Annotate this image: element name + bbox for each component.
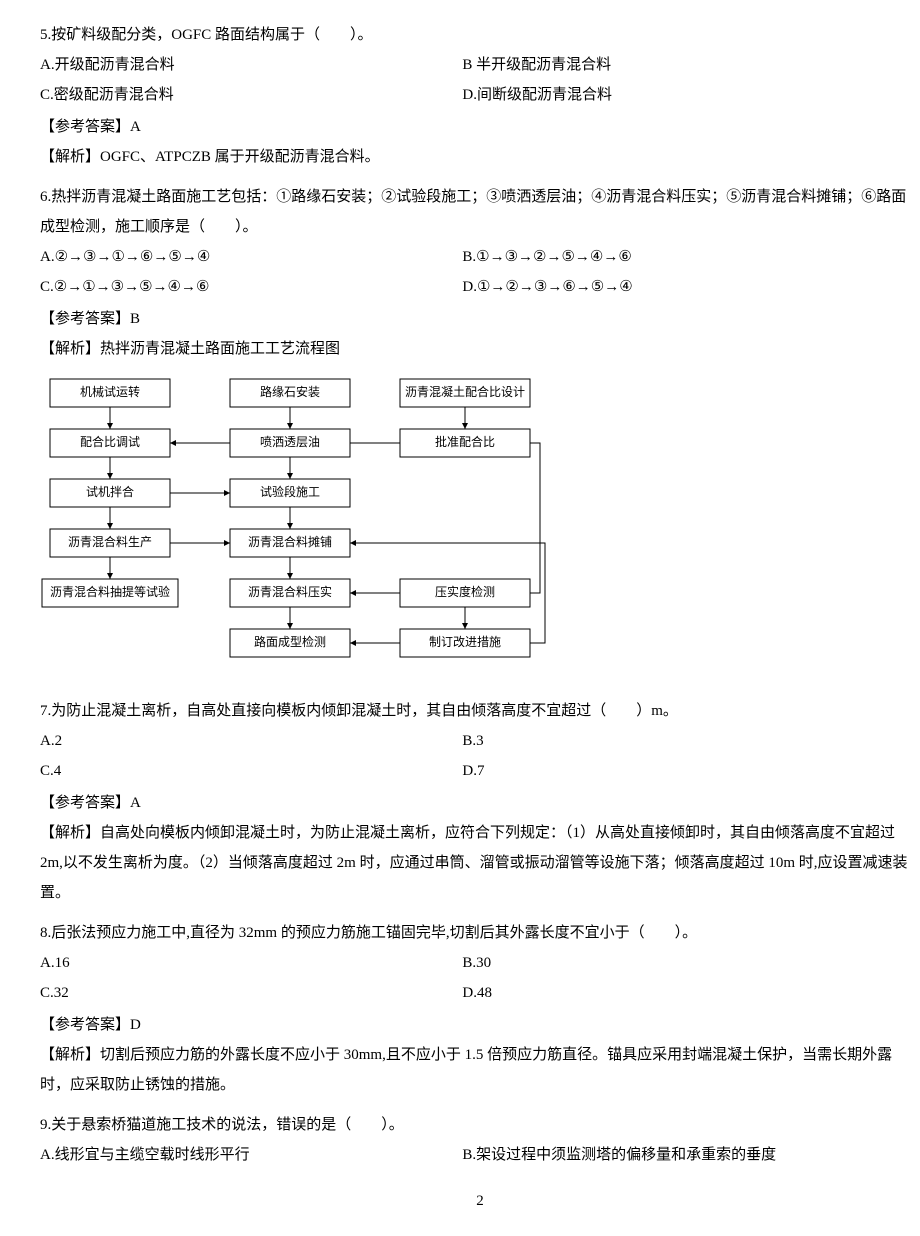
fc-box: 制订改进措施 [429, 635, 501, 649]
fc-box: 沥青混合料摊铺 [248, 534, 332, 549]
q5-answer: 【参考答案】A [40, 112, 920, 142]
q5-stem: 5.按矿料级配分类，OGFC 路面结构属于（ ）。 [40, 20, 920, 50]
fc-box: 路面成型检测 [254, 634, 326, 649]
q9-stem: 9.关于悬索桥猫道施工技术的说法，错误的是（ ）。 [40, 1110, 920, 1140]
fc-box: 压实度检测 [435, 584, 495, 599]
q7-stem: 7.为防止混凝土离析，自高处直接向模板内倾卸混凝土时，其自由倾落高度不宜超过（ … [40, 696, 920, 726]
fc-box: 沥青混合料生产 [68, 534, 152, 549]
q7-options: A.2 B.3 C.4 D.7 [40, 726, 920, 786]
q6-opt-c: C.②→①→③→⑤→④→⑥ [40, 272, 462, 302]
fc-box: 喷洒透层油 [260, 435, 320, 449]
fc-box: 路缘石安装 [260, 384, 320, 399]
q7-explain: 【解析】自高处向模板内倾卸混凝土时，为防止混凝土离析，应符合下列规定：（1）从高… [40, 818, 920, 908]
q8-stem: 8.后张法预应力施工中,直径为 32mm 的预应力筋施工锚固完毕,切割后其外露长… [40, 918, 920, 948]
q6-opt-a: A.②→③→①→⑥→⑤→④ [40, 242, 462, 272]
q8-opt-a: A.16 [40, 948, 462, 978]
fc-box: 批准配合比 [435, 434, 495, 449]
q6-opt-d: D.①→②→③→⑥→⑤→④ [462, 272, 884, 302]
q7-opt-b: B.3 [462, 726, 884, 756]
q6-opt-b: B.①→③→②→⑤→④→⑥ [462, 242, 884, 272]
q8-explain: 【解析】切割后预应力筋的外露长度不应小于 30mm,且不应小于 1.5 倍预应力… [40, 1040, 920, 1100]
fc-box: 机械试运转 [80, 384, 140, 399]
q7-opt-d: D.7 [462, 756, 884, 786]
fc-box: 试验段施工 [260, 484, 320, 499]
q7-opt-c: C.4 [40, 756, 462, 786]
q7-answer: 【参考答案】A [40, 788, 920, 818]
q6-options: A.②→③→①→⑥→⑤→④ B.①→③→②→⑤→④→⑥ C.②→①→③→⑤→④→… [40, 242, 920, 302]
flowchart: 机械试运转 配合比调试 试机拌合 沥青混合料生产 沥青混合料抽提等试验 路缘石安… [40, 374, 550, 684]
q6-stem: 6.热拌沥青混凝土路面施工艺包括：①路缘石安装；②试验段施工；③喷洒透层油；④沥… [40, 182, 920, 242]
q9-opt-a: A.线形宜与主缆空载时线形平行 [40, 1140, 462, 1170]
question-9: 9.关于悬索桥猫道施工技术的说法，错误的是（ ）。 A.线形宜与主缆空载时线形平… [40, 1110, 920, 1170]
q9-options: A.线形宜与主缆空载时线形平行 B.架设过程中须监测塔的偏移量和承重索的垂度 [40, 1140, 920, 1170]
q7-opt-a: A.2 [40, 726, 462, 756]
q8-opt-c: C.32 [40, 978, 462, 1008]
q5-opt-a: A.开级配沥青混合料 [40, 50, 462, 80]
question-5: 5.按矿料级配分类，OGFC 路面结构属于（ ）。 A.开级配沥青混合料 B 半… [40, 20, 920, 172]
q8-opt-d: D.48 [462, 978, 884, 1008]
q5-explain: 【解析】OGFC、ATPCZB 属于开级配沥青混合料。 [40, 142, 920, 172]
question-8: 8.后张法预应力施工中,直径为 32mm 的预应力筋施工锚固完毕,切割后其外露长… [40, 918, 920, 1100]
fc-box: 沥青混合料压实 [248, 584, 332, 599]
q8-answer: 【参考答案】D [40, 1010, 920, 1040]
fc-box: 试机拌合 [86, 484, 134, 499]
q5-options: A.开级配沥青混合料 B 半开级配沥青混合料 C.密级配沥青混合料 D.间断级配… [40, 50, 920, 110]
question-7: 7.为防止混凝土离析，自高处直接向模板内倾卸混凝土时，其自由倾落高度不宜超过（ … [40, 696, 920, 908]
q8-opt-b: B.30 [462, 948, 884, 978]
q5-opt-d: D.间断级配沥青混合料 [462, 80, 884, 110]
q6-answer: 【参考答案】B [40, 304, 920, 334]
q8-options: A.16 B.30 C.32 D.48 [40, 948, 920, 1008]
q6-explain: 【解析】热拌沥青混凝土路面施工工艺流程图 [40, 334, 920, 364]
q5-opt-b: B 半开级配沥青混合料 [462, 50, 884, 80]
q5-opt-c: C.密级配沥青混合料 [40, 80, 462, 110]
fc-box: 沥青混合料抽提等试验 [50, 584, 170, 599]
q9-opt-b: B.架设过程中须监测塔的偏移量和承重索的垂度 [462, 1140, 884, 1170]
fc-box: 配合比调试 [80, 434, 140, 449]
page-number: 2 [40, 1186, 920, 1216]
question-6: 6.热拌沥青混凝土路面施工艺包括：①路缘石安装；②试验段施工；③喷洒透层油；④沥… [40, 182, 920, 364]
fc-box: 沥青混凝土配合比设计 [405, 384, 525, 399]
